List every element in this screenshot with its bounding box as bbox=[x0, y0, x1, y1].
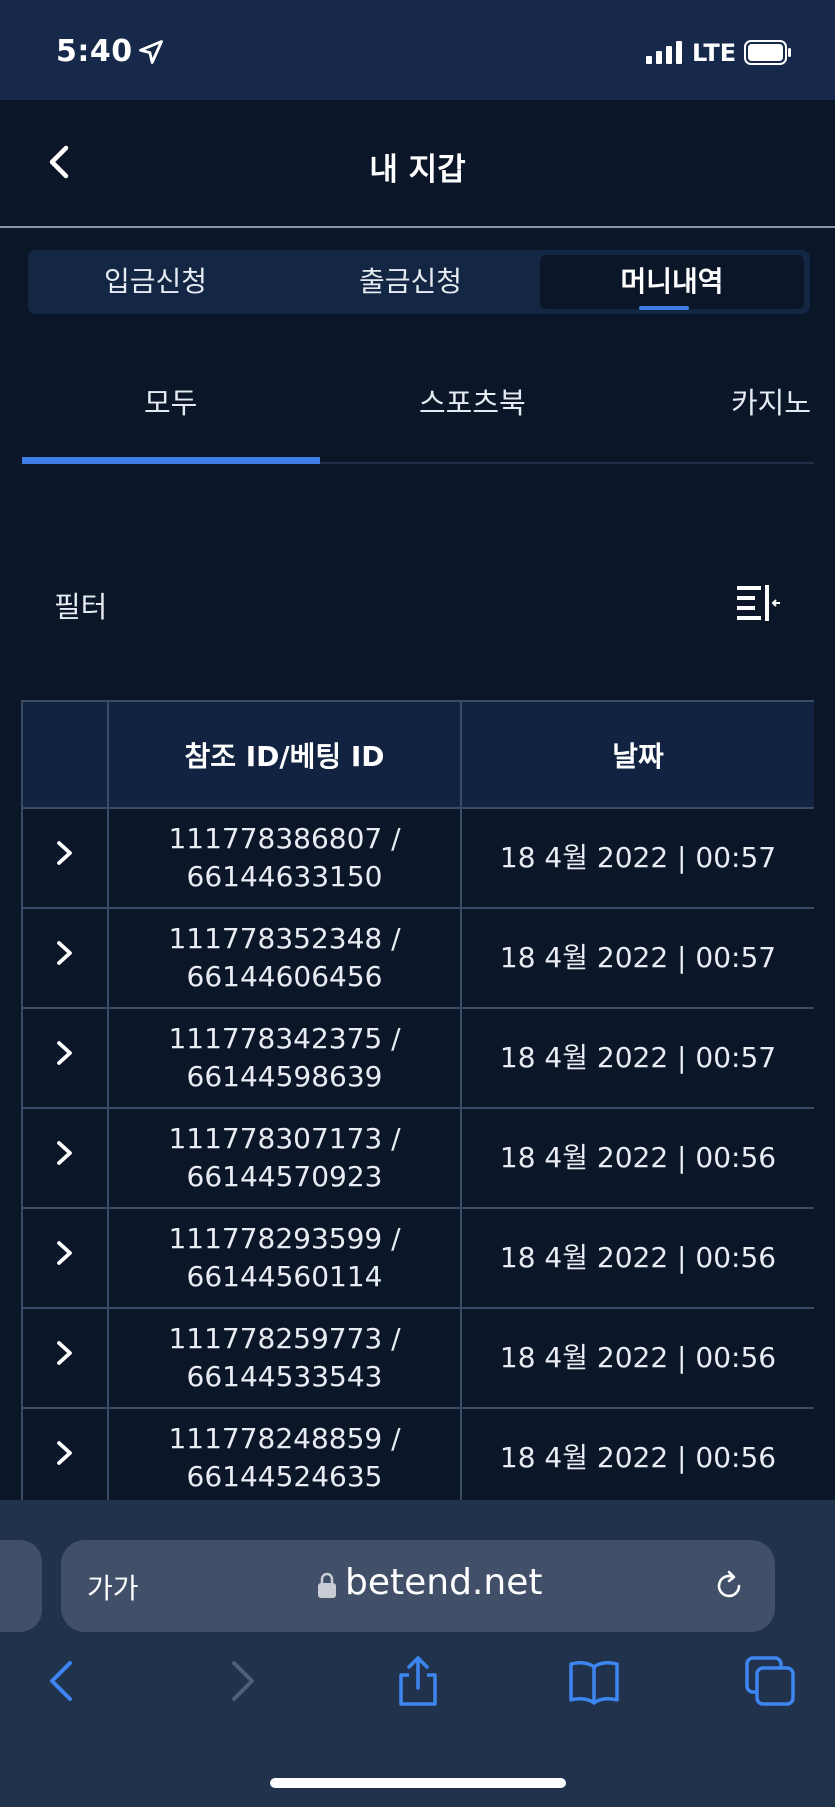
row-expand-cell[interactable] bbox=[21, 1207, 109, 1309]
row-expand-cell[interactable] bbox=[21, 1007, 109, 1109]
table-row[interactable]: 111778259773 / 66144533543 18 4월 2022 | 00… bbox=[21, 1307, 814, 1409]
row-date-cell: 18 4월 2022 | 00:57 bbox=[460, 1007, 814, 1109]
table-row[interactable]: 111778248859 / 66144524635 18 4월 2022 | 00… bbox=[21, 1407, 814, 1500]
bet-id: 66144524635 bbox=[186, 1460, 383, 1493]
chevron-right-icon[interactable] bbox=[54, 1239, 76, 1267]
active-segment-indicator bbox=[639, 306, 689, 310]
row-date-cell: 18 4월 2022 | 00:57 bbox=[460, 807, 814, 909]
table-header-row: 참조 ID/베팅 ID 날짜 bbox=[21, 700, 814, 809]
row-expand-cell[interactable] bbox=[21, 1407, 109, 1500]
row-date-cell: 18 4월 2022 | 00:56 bbox=[460, 1207, 814, 1309]
row-date-cell: 18 4월 2022 | 00:56 bbox=[460, 1407, 814, 1500]
filter-toggle-icon[interactable] bbox=[734, 582, 782, 624]
row-reference-cell: 111778307173 / 66144570923 bbox=[107, 1107, 462, 1209]
chevron-right-icon[interactable] bbox=[54, 1039, 76, 1067]
table-row[interactable]: 111778293599 / 66144560114 18 4월 2022 | 00… bbox=[21, 1207, 814, 1309]
row-reference-cell: 111778259773 / 66144533543 bbox=[107, 1307, 462, 1409]
tabs-icon[interactable] bbox=[744, 1655, 796, 1707]
row-reference-cell: 111778386807 / 66144633150 bbox=[107, 807, 462, 909]
wallet-segment-tabs: 입금신청 출금신청 머니내역 bbox=[28, 250, 810, 314]
network-type: LTE bbox=[692, 39, 737, 67]
reload-icon[interactable] bbox=[711, 1568, 747, 1604]
header-divider bbox=[0, 226, 835, 228]
table-row[interactable]: 111778352348 / 66144606456 18 4월 2022 | 00… bbox=[21, 907, 814, 1009]
status-bar: 5:40 LTE bbox=[0, 0, 835, 100]
reference-id: 111778293599 / bbox=[168, 1222, 401, 1255]
signal-bars-icon bbox=[646, 40, 682, 64]
url-text: betend.net bbox=[345, 1562, 543, 1603]
previous-tab-preview[interactable] bbox=[0, 1540, 42, 1632]
header-reference-id: 참조 ID/베팅 ID bbox=[107, 700, 462, 809]
row-date-cell: 18 4월 2022 | 00:57 bbox=[460, 907, 814, 1009]
chevron-right-icon[interactable] bbox=[54, 1439, 76, 1467]
tab-deposit-request[interactable]: 입금신청 bbox=[28, 250, 283, 314]
home-indicator bbox=[270, 1778, 566, 1788]
header-expand bbox=[21, 700, 109, 809]
chevron-right-icon[interactable] bbox=[54, 1339, 76, 1367]
status-time: 5:40 bbox=[56, 34, 133, 69]
reference-id: 111778307173 / bbox=[168, 1122, 401, 1155]
row-reference-cell: 111778293599 / 66144560114 bbox=[107, 1207, 462, 1309]
subtab-casino[interactable]: 카지노 bbox=[731, 380, 811, 422]
row-reference-cell: 111778248859 / 66144524635 bbox=[107, 1407, 462, 1500]
chevron-right-icon[interactable] bbox=[54, 839, 76, 867]
address-bar[interactable]: 가가 betend.net bbox=[61, 1540, 775, 1632]
history-subtabs: 모두 스포츠북 카지노 bbox=[0, 350, 835, 466]
reference-id: 111778342375 / bbox=[168, 1022, 401, 1055]
active-subtab-indicator bbox=[22, 457, 320, 464]
row-expand-cell[interactable] bbox=[21, 807, 109, 909]
browser-forward-icon[interactable] bbox=[216, 1655, 268, 1707]
row-reference-cell: 111778352348 / 66144606456 bbox=[107, 907, 462, 1009]
bet-id: 66144570923 bbox=[186, 1160, 383, 1193]
app-header: 내 지갑 bbox=[0, 100, 835, 228]
bet-id: 66144560114 bbox=[186, 1260, 383, 1293]
chevron-right-icon[interactable] bbox=[54, 939, 76, 967]
row-expand-cell[interactable] bbox=[21, 907, 109, 1009]
text-size-button[interactable]: 가가 bbox=[87, 1567, 139, 1607]
reference-id: 111778259773 / bbox=[168, 1322, 401, 1355]
wallet-page: 5:40 LTE 내 지갑 입금신청 출금신청 머니내역 모두 스포츠북 카지노 bbox=[0, 0, 835, 1807]
bet-id: 66144533543 bbox=[186, 1360, 383, 1393]
chevron-right-icon[interactable] bbox=[54, 1139, 76, 1167]
tab-withdraw-request[interactable]: 출금신청 bbox=[283, 250, 538, 314]
money-history-table: 참조 ID/베팅 ID 날짜 111778386807 / 66144633150… bbox=[21, 700, 814, 1500]
bet-id: 66144598639 bbox=[186, 1060, 383, 1093]
bet-id: 66144606456 bbox=[186, 960, 383, 993]
share-icon[interactable] bbox=[392, 1655, 444, 1707]
browser-back-icon[interactable] bbox=[36, 1655, 88, 1707]
page-title: 내 지갑 bbox=[369, 152, 466, 188]
reference-id: 111778386807 / bbox=[168, 822, 401, 855]
table-row[interactable]: 111778386807 / 66144633150 18 4월 2022 | 00… bbox=[21, 807, 814, 909]
bet-id: 66144633150 bbox=[186, 860, 383, 893]
lock-icon bbox=[318, 1572, 336, 1598]
location-arrow-icon bbox=[139, 40, 163, 64]
row-expand-cell[interactable] bbox=[21, 1107, 109, 1209]
table-row[interactable]: 111778342375 / 66144598639 18 4월 2022 | 00… bbox=[21, 1007, 814, 1109]
bookmarks-icon[interactable] bbox=[568, 1655, 620, 1707]
tab-money-history[interactable]: 머니내역 bbox=[540, 255, 804, 309]
row-reference-cell: 111778342375 / 66144598639 bbox=[107, 1007, 462, 1109]
row-date-cell: 18 4월 2022 | 00:56 bbox=[460, 1307, 814, 1409]
filter-label: 필터 bbox=[54, 590, 108, 624]
row-expand-cell[interactable] bbox=[21, 1307, 109, 1409]
header-date: 날짜 bbox=[460, 700, 814, 809]
battery-icon bbox=[744, 40, 791, 65]
reference-id: 111778352348 / bbox=[168, 922, 401, 955]
reference-id: 111778248859 / bbox=[168, 1422, 401, 1455]
browser-toolbar: 가가 betend.net bbox=[0, 1500, 835, 1807]
subtab-all[interactable]: 모두 bbox=[144, 380, 197, 422]
row-date-cell: 18 4월 2022 | 00:56 bbox=[460, 1107, 814, 1209]
table-row[interactable]: 111778307173 / 66144570923 18 4월 2022 | 00… bbox=[21, 1107, 814, 1209]
subtab-sportsbook[interactable]: 스포츠북 bbox=[419, 380, 526, 422]
